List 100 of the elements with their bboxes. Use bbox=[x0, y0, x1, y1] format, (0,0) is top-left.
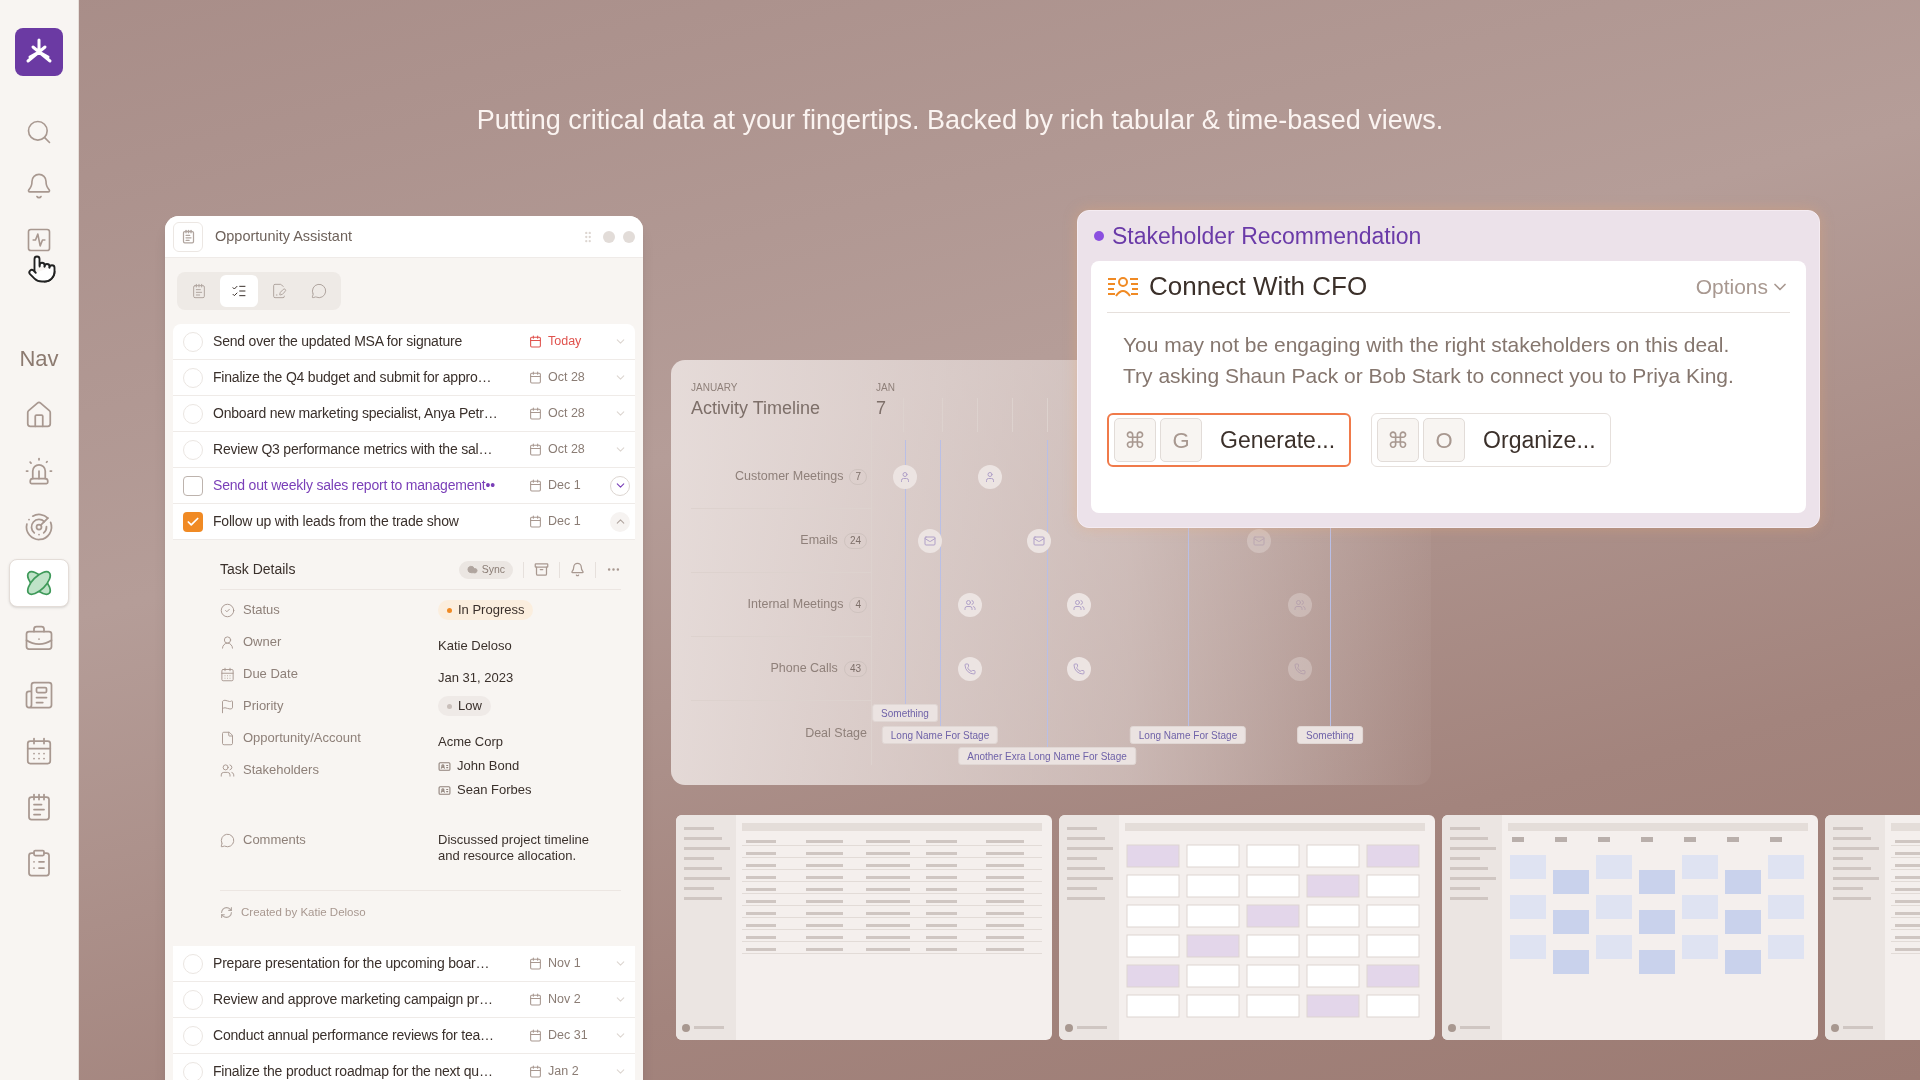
timeline-title: Activity Timeline bbox=[691, 397, 822, 420]
task-title: Review Q3 performance metrics with the sal… bbox=[213, 440, 494, 459]
field-pill[interactable]: In Progress bbox=[438, 600, 534, 620]
mail-icon bbox=[1033, 535, 1045, 547]
task-row[interactable]: Send over the updated MSA for signature Today bbox=[173, 324, 635, 360]
row-label: Emails bbox=[800, 532, 838, 550]
headline: Putting critical data at your fingertips. Backed by rich tabular & time-based views. bbox=[476, 104, 1444, 137]
card-heading: Stakeholder Recommendation bbox=[1112, 221, 1422, 251]
contact-card-icon bbox=[438, 783, 451, 797]
field-value: Jan 31, 2023 bbox=[438, 669, 515, 686]
file-icon bbox=[220, 730, 235, 746]
stakeholder-name[interactable]: Sean Forbes bbox=[457, 780, 532, 800]
calendar-icon bbox=[529, 515, 542, 528]
person-marker[interactable] bbox=[978, 465, 1002, 489]
row-label: Phone Calls bbox=[770, 660, 838, 678]
screen-thumbnail[interactable] bbox=[1442, 815, 1818, 1040]
phone-marker[interactable] bbox=[958, 657, 982, 681]
field-label: Owner bbox=[243, 633, 282, 652]
task-row[interactable]: Onboard new marketing specialist, Anya Petr… Oct 28 bbox=[173, 396, 635, 432]
task-row[interactable]: Send out weekly sales report to management•• Dec 1 bbox=[173, 468, 635, 504]
people-marker[interactable] bbox=[958, 593, 982, 617]
comment-icon bbox=[220, 832, 235, 848]
person-marker[interactable] bbox=[893, 465, 917, 489]
screen-thumbnail[interactable] bbox=[1059, 815, 1435, 1040]
calendar-icon bbox=[529, 371, 542, 384]
bell-icon[interactable] bbox=[25, 172, 53, 200]
radar-icon bbox=[24, 512, 54, 542]
calendar-icon bbox=[220, 666, 235, 682]
people-marker[interactable] bbox=[1067, 593, 1091, 617]
mail-marker[interactable] bbox=[1247, 529, 1271, 553]
screen-thumbnail[interactable] bbox=[676, 815, 1052, 1040]
stakeholder-name[interactable]: John Bond bbox=[457, 756, 520, 776]
created-by-text: Created by Katie Deloso bbox=[241, 904, 366, 920]
task-title: Finalize the Q4 budget and submit for appro… bbox=[213, 368, 493, 387]
close-button[interactable] bbox=[623, 230, 635, 243]
people-icon bbox=[1294, 599, 1306, 611]
users-icon bbox=[220, 762, 235, 778]
row-label: Customer Meetings bbox=[735, 468, 844, 486]
minimize-button[interactable] bbox=[603, 230, 615, 243]
mail-marker[interactable] bbox=[1027, 529, 1051, 553]
task-row[interactable]: Finalize the Q4 budget and submit for appro… Oct 28 bbox=[173, 360, 635, 396]
task-title: Prepare presentation for the upcoming boar… bbox=[213, 954, 491, 973]
edit-file-icon bbox=[271, 283, 287, 299]
task-date: Dec 31 bbox=[548, 1027, 588, 1045]
field-pill[interactable]: Low bbox=[438, 696, 491, 716]
task-row[interactable]: Review Q3 performance metrics with the sal… Oct 28 bbox=[173, 432, 635, 468]
stage-label[interactable]: Another Exra Long Name For Stage bbox=[958, 747, 1136, 765]
task-date: Oct 28 bbox=[548, 369, 585, 387]
people-icon bbox=[1073, 599, 1085, 611]
phone-marker[interactable] bbox=[1288, 657, 1312, 681]
people-marker[interactable] bbox=[1288, 593, 1312, 617]
keycap: G bbox=[1160, 418, 1202, 462]
nav-heading: Nav bbox=[19, 345, 59, 373]
phone-icon bbox=[1073, 663, 1085, 675]
siren-icon bbox=[24, 456, 54, 486]
task-checkbox[interactable] bbox=[183, 511, 203, 532]
checklist-tab[interactable] bbox=[220, 275, 258, 307]
bell-icon[interactable] bbox=[570, 562, 585, 577]
task-title: Send out weekly sales report to management•• bbox=[213, 476, 496, 495]
calendar-icon bbox=[529, 479, 542, 492]
mail-icon bbox=[924, 535, 936, 547]
newspaper-icon bbox=[24, 680, 54, 710]
phone-icon bbox=[964, 663, 976, 675]
people-icon bbox=[964, 599, 976, 611]
calendar-icon bbox=[529, 407, 542, 420]
app-logo[interactable] bbox=[15, 28, 63, 76]
shortcut-button[interactable]: ⌘ O Organize... bbox=[1371, 413, 1611, 467]
refresh-icon bbox=[220, 906, 233, 919]
stage-label[interactable]: Something bbox=[1297, 726, 1363, 744]
task-row[interactable]: Conduct annual performance reviews for tea… Dec 31 bbox=[173, 1018, 635, 1054]
task-date: Nov 1 bbox=[548, 955, 581, 973]
stage-label[interactable]: Something bbox=[872, 704, 938, 722]
status-icon bbox=[220, 602, 235, 618]
collapse-button[interactable] bbox=[610, 511, 630, 532]
task-row[interactable]: Prepare presentation for the upcoming boar… Nov 1 bbox=[173, 946, 635, 982]
stage-label[interactable]: Long Name For Stage bbox=[1129, 726, 1247, 744]
contact-card-icon bbox=[438, 759, 451, 773]
notes-icon bbox=[191, 283, 207, 299]
keycap: ⌘ bbox=[1114, 418, 1156, 462]
task-date: Dec 1 bbox=[548, 513, 581, 531]
task-row[interactable]: Finalize the product roadmap for the next qu… Jan 2 bbox=[173, 1054, 635, 1080]
phone-icon bbox=[1294, 663, 1306, 675]
home-icon bbox=[24, 400, 54, 430]
activity-icon[interactable] bbox=[25, 226, 53, 254]
calendar-icon bbox=[529, 957, 542, 970]
task-title: Review and approve marketing campaign pr… bbox=[213, 990, 494, 1009]
phone-marker[interactable] bbox=[1067, 657, 1091, 681]
stage-label[interactable]: Long Name For Stage bbox=[881, 726, 999, 744]
field-label: Priority bbox=[243, 697, 284, 716]
cloud-icon bbox=[466, 564, 478, 575]
task-row[interactable]: Review and approve marketing campaign pr… Nov 2 bbox=[173, 982, 635, 1018]
task-checkbox[interactable] bbox=[183, 475, 203, 496]
task-date: Oct 28 bbox=[548, 441, 585, 459]
atom-nav-item[interactable] bbox=[9, 559, 69, 607]
calendar-icon bbox=[529, 993, 542, 1006]
recommendation-text: You may not be engaging with the right stakeholders on this deal. Try asking Shaun Pack or Bob Stark to connect you to Priya King. bbox=[1123, 332, 1735, 389]
shortcut-button[interactable]: ⌘ G Generate... bbox=[1107, 413, 1352, 467]
mail-marker[interactable] bbox=[918, 529, 942, 553]
archive-icon[interactable] bbox=[534, 562, 549, 577]
search-icon[interactable] bbox=[25, 118, 53, 146]
